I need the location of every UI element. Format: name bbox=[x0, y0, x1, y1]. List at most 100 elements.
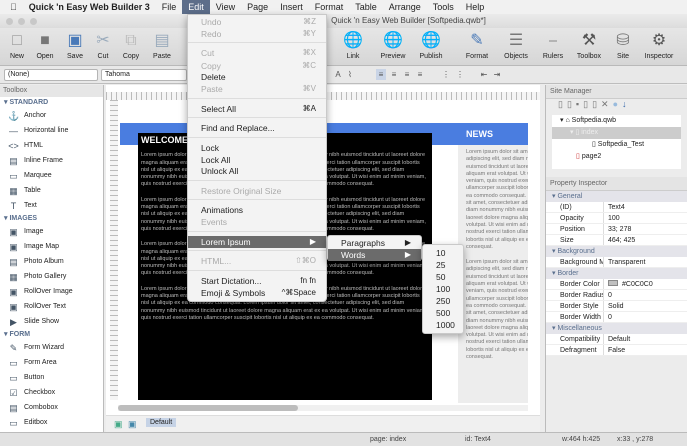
menu-item-events[interactable]: Events bbox=[188, 216, 326, 228]
page-tab-default[interactable]: Default bbox=[146, 418, 177, 427]
menu-item-start-dictation[interactable]: Start Dictation... fn fn bbox=[188, 275, 326, 287]
menu-item-lorem-ipsum[interactable]: Lorem Ipsum ▶ bbox=[188, 236, 326, 248]
menu-view[interactable]: View bbox=[210, 0, 241, 14]
tool-checkbox[interactable]: ☑ Checkbox bbox=[0, 385, 103, 400]
menu-item-lock[interactable]: Lock bbox=[188, 142, 326, 154]
tool-form-wizard[interactable]: ✎ Form Wizard bbox=[0, 340, 103, 355]
duplicate-icon[interactable]: ▯ bbox=[592, 99, 601, 109]
tool-horizontal-line[interactable]: — Horizontal line bbox=[0, 123, 103, 138]
property-row[interactable]: Border Width 0 bbox=[546, 312, 687, 323]
tool-rollover-text[interactable]: ▣ RollOver Text bbox=[0, 299, 103, 314]
tool-text[interactable]: T Text bbox=[0, 198, 103, 213]
font-select[interactable]: Tahoma bbox=[101, 69, 187, 81]
tool-form-area[interactable]: ▭ Form Area bbox=[0, 355, 103, 370]
menu-item-words-250[interactable]: 250 bbox=[423, 295, 463, 307]
tool-photo-album[interactable]: ▤ Photo Album bbox=[0, 254, 103, 269]
font-color-icon[interactable]: A bbox=[333, 69, 343, 80]
menu-item-find-and-replace[interactable]: Find and Replace... bbox=[188, 122, 326, 134]
page-settings-icon[interactable]: ▣ bbox=[128, 419, 137, 430]
menu-file[interactable]: File bbox=[156, 0, 183, 14]
section-form[interactable]: ▾ FORM bbox=[0, 329, 103, 340]
tool-html[interactable]: <> HTML bbox=[0, 138, 103, 153]
menu-edit[interactable]: Edit bbox=[182, 0, 210, 14]
menu-table[interactable]: Table bbox=[349, 0, 383, 14]
indent-icon[interactable]: ⇥ bbox=[492, 69, 502, 80]
menu-item-paragraphs[interactable]: Paragraphs ▶ bbox=[328, 237, 421, 249]
menu-item-animations[interactable]: Animations bbox=[188, 204, 326, 216]
menu-item-words-10[interactable]: 10 bbox=[423, 247, 463, 259]
inspector-button[interactable]: ⚙ Inspector bbox=[639, 30, 679, 60]
property-group-border[interactable]: ▾ Border bbox=[546, 268, 687, 279]
app-menu[interactable]: Quick 'n Easy Web Builder 3 bbox=[23, 0, 156, 14]
menu-arrange[interactable]: Arrange bbox=[383, 0, 427, 14]
menu-item-cut[interactable]: Cut ⌘X bbox=[188, 47, 326, 59]
numbered-list-icon[interactable]: ⋮ bbox=[455, 69, 465, 80]
menu-item-words[interactable]: Words ▶ bbox=[328, 249, 421, 261]
menu-item-undo[interactable]: Undo ⌘Z bbox=[188, 16, 326, 28]
align-right-icon[interactable]: ≡ bbox=[402, 69, 412, 80]
property-row[interactable]: Opacity 100 bbox=[546, 213, 687, 224]
align-center-icon[interactable]: ≡ bbox=[389, 69, 399, 80]
outdent-icon[interactable]: ⇤ bbox=[479, 69, 489, 80]
menu-item-html[interactable]: HTML... ⇧⌘O bbox=[188, 255, 326, 267]
tool-editbox[interactable]: ▭ Editbox bbox=[0, 415, 103, 430]
tool-button[interactable]: ▭ Button bbox=[0, 370, 103, 385]
highlight-icon[interactable]: ⌇ bbox=[345, 69, 355, 80]
menu-item-unlock-all[interactable]: Unlock All bbox=[188, 165, 326, 177]
zoom-button[interactable] bbox=[30, 18, 37, 25]
property-row[interactable]: Compatibility Default bbox=[546, 334, 687, 345]
tool-image-map[interactable]: ▣ Image Map bbox=[0, 239, 103, 254]
property-group-miscellaneous[interactable]: ▾ Miscellaneous bbox=[546, 323, 687, 334]
horizontal-scrollbar[interactable] bbox=[118, 405, 528, 411]
menu-format[interactable]: Format bbox=[309, 0, 350, 14]
menu-item-paste[interactable]: Paste ⌘V bbox=[188, 83, 326, 95]
site-button[interactable]: ⛁ Site bbox=[603, 30, 643, 60]
tool-combobox[interactable]: ▤ Combobox bbox=[0, 400, 103, 415]
menu-item-delete[interactable]: Delete bbox=[188, 71, 326, 83]
tree-item-softpedia-test[interactable]: ▯ Softpedia_Test bbox=[552, 139, 681, 151]
tool-slide-show[interactable]: ▶ Slide Show bbox=[0, 314, 103, 329]
property-row[interactable]: Background Mc Transparent bbox=[546, 257, 687, 268]
menu-item-words-50[interactable]: 50 bbox=[423, 271, 463, 283]
delete-icon[interactable]: ✕ bbox=[601, 99, 613, 109]
menu-help[interactable]: Help bbox=[460, 0, 491, 14]
style-select[interactable]: (None) bbox=[4, 69, 98, 81]
preview-button[interactable]: 🌐 Preview bbox=[373, 30, 413, 60]
tool-rollover-image[interactable]: ▣ RollOver Image bbox=[0, 284, 103, 299]
link-page-icon[interactable]: ▯ bbox=[583, 99, 592, 109]
menu-item-words-1000[interactable]: 1000 bbox=[423, 319, 463, 331]
move-up-icon[interactable]: ● bbox=[613, 99, 622, 109]
menu-item-redo[interactable]: Redo ⌘Y bbox=[188, 28, 326, 40]
news-column[interactable]: NEWS Lorem ipsum dolor sit amet, consect… bbox=[458, 123, 528, 403]
paste-button[interactable]: ▤ Paste bbox=[142, 30, 182, 60]
menu-item-words-500[interactable]: 500 bbox=[423, 307, 463, 319]
tool-anchor[interactable]: ⚓ Anchor bbox=[0, 108, 103, 123]
apple-icon[interactable]:  bbox=[0, 0, 23, 14]
property-row[interactable]: Size 464; 425 bbox=[546, 235, 687, 246]
minimize-button[interactable] bbox=[18, 18, 25, 25]
align-left-icon[interactable]: ≡ bbox=[376, 69, 386, 80]
tree-item-index[interactable]: ▾ ▯ index bbox=[552, 127, 681, 139]
menu-item-words-25[interactable]: 25 bbox=[423, 259, 463, 271]
menu-item-select-all[interactable]: Select All ⌘A bbox=[188, 103, 326, 115]
menu-tools[interactable]: Tools bbox=[427, 0, 460, 14]
close-button[interactable] bbox=[6, 18, 13, 25]
tool-inline-frame[interactable]: ▤ Inline Frame bbox=[0, 153, 103, 168]
property-group-background[interactable]: ▾ Background bbox=[546, 246, 687, 257]
new-page-template-icon[interactable]: ▯ bbox=[567, 99, 576, 109]
tool-table[interactable]: ▦ Table bbox=[0, 183, 103, 198]
section-images[interactable]: ▾ IMAGES bbox=[0, 213, 103, 224]
menu-item-emoji-symbols[interactable]: Emoji & Symbols ^⌘Space bbox=[188, 287, 326, 299]
property-row[interactable]: Border Style Solid bbox=[546, 301, 687, 312]
tool-marquee[interactable]: ▭ Marquee bbox=[0, 168, 103, 183]
tree-item-page2[interactable]: ▯ page2 bbox=[552, 151, 681, 163]
section-standard[interactable]: ▾ STANDARD bbox=[0, 97, 103, 108]
tool-photo-gallery[interactable]: ▦ Photo Gallery bbox=[0, 269, 103, 284]
tree-item-site[interactable]: ▾ ⌂ Softpedia.qwb bbox=[552, 115, 681, 127]
rulers-button[interactable]: ⎯ Rulers bbox=[533, 30, 573, 60]
menu-item-restore-original-size[interactable]: Restore Original Size bbox=[188, 185, 326, 197]
new-page-icon[interactable]: ▯ bbox=[558, 99, 567, 109]
format-button[interactable]: ✎ Format bbox=[457, 30, 497, 60]
move-down-icon[interactable]: ↓ bbox=[622, 99, 631, 109]
menu-item-words-100[interactable]: 100 bbox=[423, 283, 463, 295]
